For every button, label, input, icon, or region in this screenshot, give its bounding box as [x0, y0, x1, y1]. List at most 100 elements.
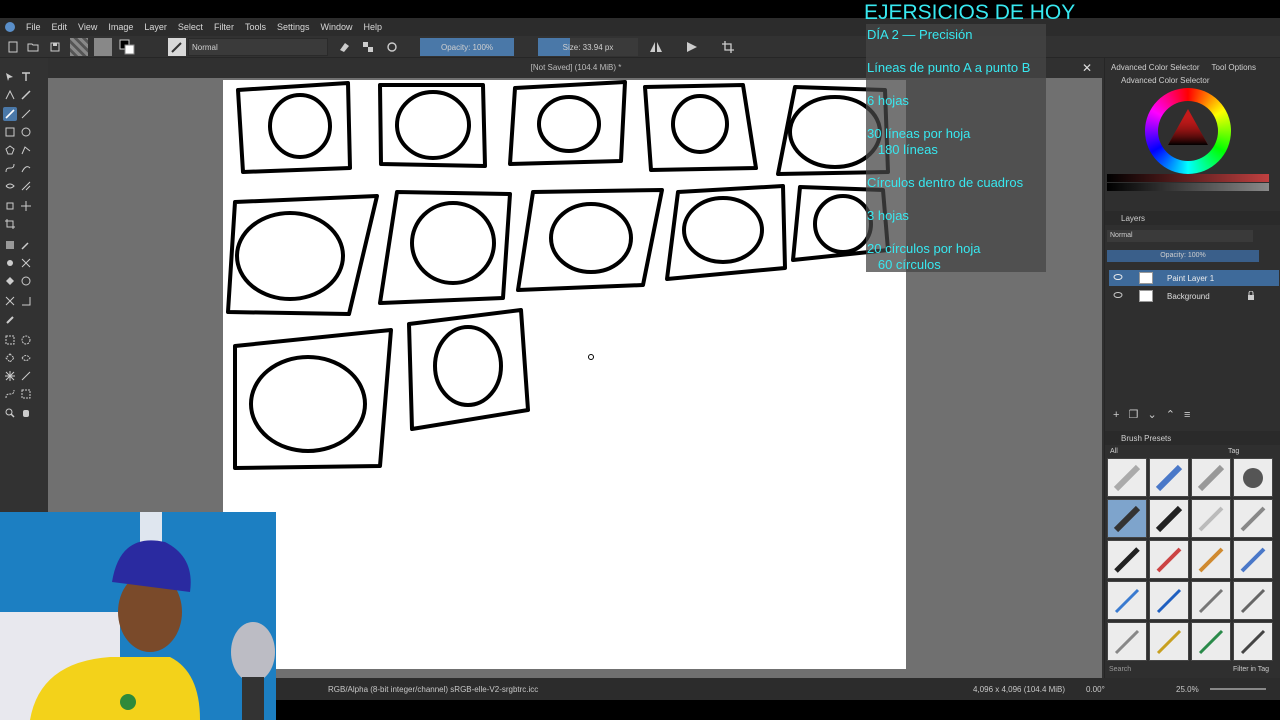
layer-blend-select[interactable]: Normal: [1107, 230, 1253, 242]
brush-preset-tile[interactable]: [1191, 458, 1231, 497]
polyline-tool-icon[interactable]: [19, 143, 33, 157]
select-shapes-tool-icon[interactable]: [3, 70, 17, 84]
save-icon[interactable]: [48, 38, 62, 56]
color-wheel[interactable]: [1145, 88, 1231, 174]
close-document-icon[interactable]: ✕: [1082, 61, 1092, 75]
new-document-icon[interactable]: [6, 38, 20, 56]
freehand-path-tool-icon[interactable]: [19, 161, 33, 175]
menu-layer[interactable]: Layer: [139, 18, 173, 36]
lock-icon[interactable]: [1247, 290, 1255, 302]
brush-preset-tile[interactable]: [1149, 458, 1189, 497]
fg-bg-color-icon[interactable]: [118, 38, 136, 56]
colorize-mask-tool-icon[interactable]: [3, 256, 17, 270]
eraser-icon[interactable]: [336, 38, 352, 56]
opacity-slider[interactable]: Opacity: 100%: [420, 38, 514, 56]
canvas-paper[interactable]: [223, 80, 906, 669]
ellipse-selection-tool-icon[interactable]: [19, 333, 33, 347]
brush-preset-tile[interactable]: [1149, 622, 1189, 661]
brush-preset-tile[interactable]: [1233, 581, 1273, 620]
gradient-tool-icon[interactable]: [3, 238, 17, 252]
size-slider[interactable]: Size: 33.94 px: [538, 38, 638, 56]
layer-opacity-slider[interactable]: Opacity: 100%: [1107, 250, 1259, 262]
text-tool-icon[interactable]: [19, 70, 33, 84]
brush-preset-tile[interactable]: [1149, 540, 1189, 579]
menu-edit[interactable]: Edit: [47, 18, 74, 36]
menu-tools[interactable]: Tools: [240, 18, 272, 36]
layer-row-background[interactable]: Background: [1109, 288, 1279, 304]
brush-preset-tile[interactable]: [1149, 581, 1189, 620]
dynamic-brush-tool-icon[interactable]: [3, 179, 17, 193]
polygon-selection-tool-icon[interactable]: [3, 351, 17, 365]
color-value-strip[interactable]: [1107, 183, 1269, 191]
reference-images-tool-icon[interactable]: [3, 312, 17, 326]
menu-select[interactable]: Select: [173, 18, 209, 36]
menu-file[interactable]: File: [21, 18, 47, 36]
add-layer-icon[interactable]: +: [1113, 409, 1119, 421]
enclose-fill-tool-icon[interactable]: [19, 274, 33, 288]
open-folder-icon[interactable]: [26, 38, 40, 56]
move-layer-up-icon[interactable]: ⌃: [1166, 409, 1175, 421]
brush-preset-tile[interactable]: [1233, 499, 1273, 538]
brush-tag-button[interactable]: Tag: [1225, 446, 1255, 458]
menu-settings[interactable]: Settings: [272, 18, 316, 36]
zoom-status[interactable]: 25.0%: [1176, 685, 1199, 694]
reload-preset-icon[interactable]: [384, 38, 400, 56]
brush-preset-tile[interactable]: [1233, 622, 1273, 661]
ellipse-tool-icon[interactable]: [19, 125, 33, 139]
magnetic-selection-tool-icon[interactable]: [19, 387, 33, 401]
bezier-selection-tool-icon[interactable]: [3, 387, 17, 401]
layer-row-paint-layer-1[interactable]: Paint Layer 1: [1109, 270, 1279, 286]
visibility-eye-icon[interactable]: [1113, 273, 1123, 283]
menu-image[interactable]: Image: [103, 18, 139, 36]
tab-tool-options[interactable]: Tool Options: [1206, 63, 1262, 72]
assistant-tool-icon[interactable]: [3, 294, 17, 308]
brush-preset-tile[interactable]: [1107, 458, 1147, 497]
filter-in-tag-checkbox[interactable]: Filter in Tag: [1233, 666, 1279, 676]
brush-preset-tile[interactable]: [1191, 581, 1231, 620]
mirror-vertical-icon[interactable]: [684, 38, 700, 56]
brush-preset-icon[interactable]: [168, 38, 186, 56]
color-picker-tool-icon[interactable]: [19, 238, 33, 252]
duplicate-layer-icon[interactable]: ❐: [1129, 409, 1139, 421]
brush-preset-tile[interactable]: [1191, 622, 1231, 661]
visibility-eye-icon[interactable]: [1113, 291, 1123, 301]
brush-preset-tile[interactable]: [1191, 540, 1231, 579]
brush-preset-tile[interactable]: [1107, 622, 1147, 661]
transform-tool-icon[interactable]: [3, 199, 17, 213]
brush-preset-tile[interactable]: [1191, 499, 1231, 538]
brush-search-input[interactable]: Search: [1107, 666, 1187, 676]
wrap-around-icon[interactable]: [720, 38, 736, 56]
calligraphy-tool-icon[interactable]: [19, 88, 33, 102]
zoom-tool-icon[interactable]: [3, 406, 17, 420]
color-history-strip[interactable]: [1107, 174, 1269, 182]
freehand-selection-tool-icon[interactable]: [19, 351, 33, 365]
multibrush-tool-icon[interactable]: [19, 179, 33, 193]
brush-preset-tile[interactable]: [1107, 499, 1147, 538]
menu-help[interactable]: Help: [359, 18, 389, 36]
menu-filter[interactable]: Filter: [209, 18, 240, 36]
freehand-brush-tool-icon[interactable]: [3, 107, 17, 121]
rotation-status[interactable]: 0.00°: [1086, 685, 1105, 694]
color-triangle[interactable]: [1158, 101, 1218, 161]
menu-view[interactable]: View: [73, 18, 103, 36]
fill-tool-icon[interactable]: [3, 274, 17, 288]
zoom-slider[interactable]: [1210, 688, 1266, 690]
brush-filter-select[interactable]: All: [1107, 446, 1207, 458]
brush-preset-tile[interactable]: [1107, 540, 1147, 579]
bezier-tool-icon[interactable]: [3, 161, 17, 175]
polygon-tool-icon[interactable]: [3, 143, 17, 157]
contiguous-selection-tool-icon[interactable]: [3, 369, 17, 383]
blend-mode-select[interactable]: Normal: [188, 38, 328, 56]
preserve-alpha-icon[interactable]: [360, 38, 376, 56]
crop-tool-icon[interactable]: [3, 217, 17, 231]
brush-preset-tile[interactable]: [1233, 458, 1273, 497]
move-layer-down-icon[interactable]: ⌄: [1147, 409, 1156, 421]
brush-preset-tile[interactable]: [1149, 499, 1189, 538]
brush-preset-tile[interactable]: [1233, 540, 1273, 579]
move-tool-icon[interactable]: [19, 199, 33, 213]
rect-selection-tool-icon[interactable]: [3, 333, 17, 347]
edit-shapes-tool-icon[interactable]: [3, 88, 17, 102]
similar-selection-tool-icon[interactable]: [19, 369, 33, 383]
layer-properties-icon[interactable]: ≡: [1184, 409, 1190, 421]
brush-preset-tile[interactable]: [1107, 581, 1147, 620]
